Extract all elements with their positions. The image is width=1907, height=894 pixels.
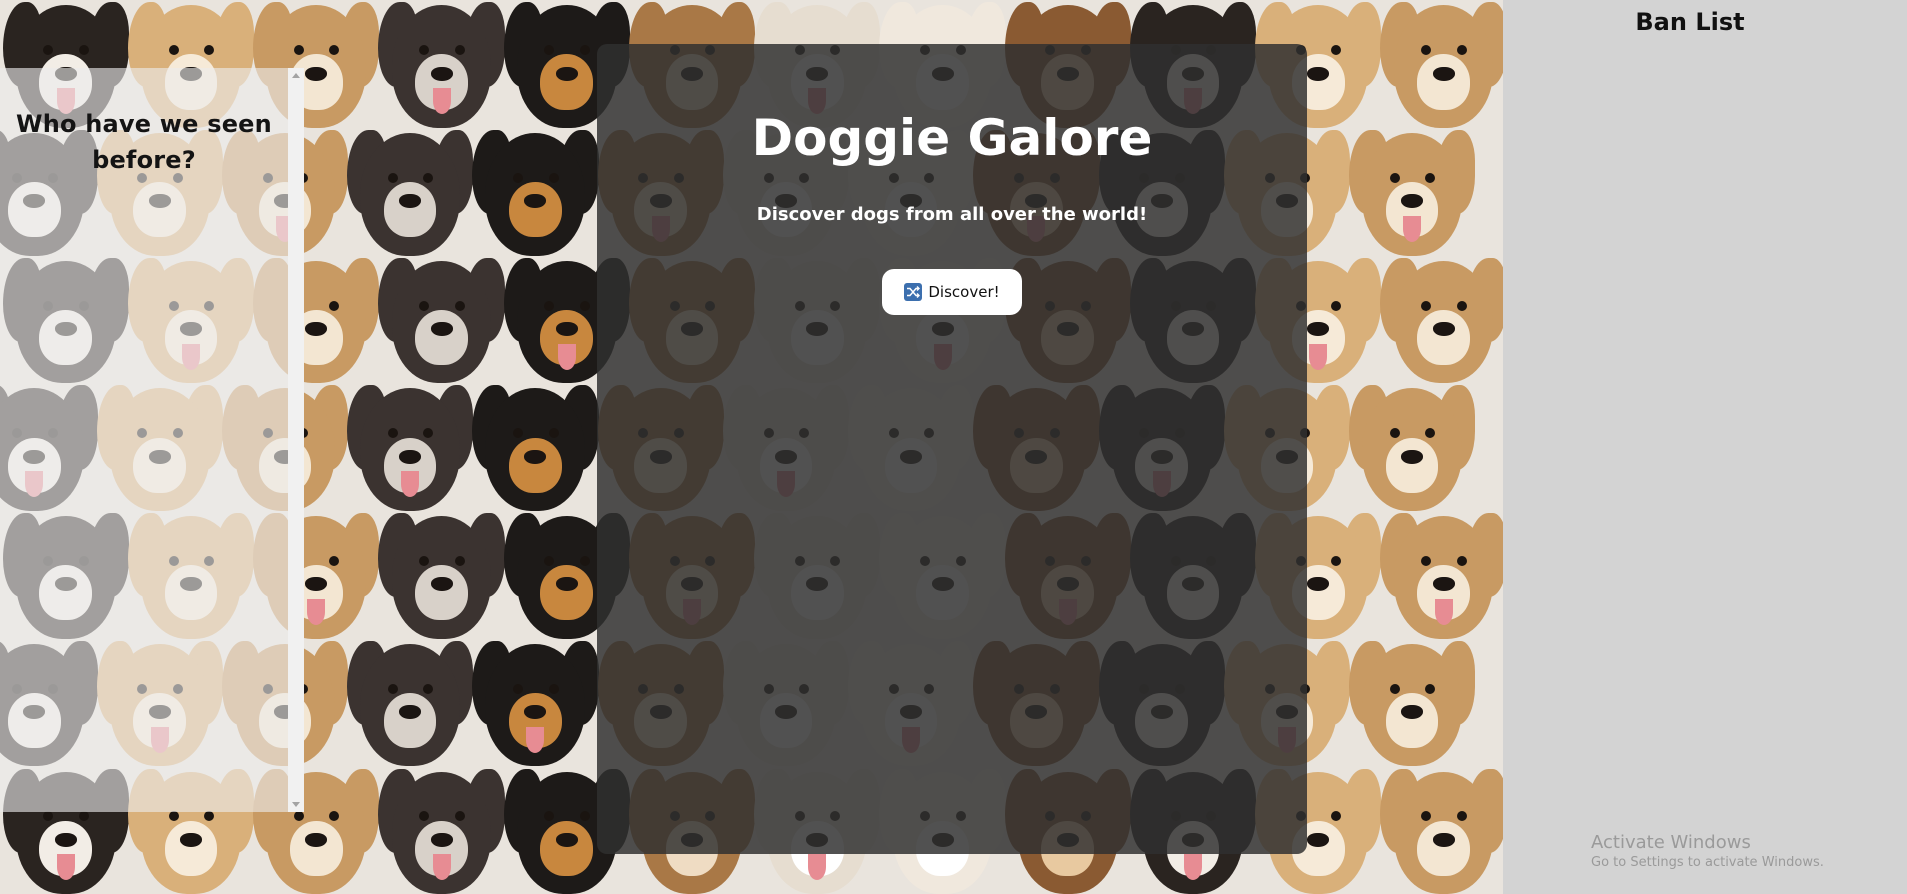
dog-muzzle [1417, 309, 1470, 365]
dog-eye [548, 172, 559, 183]
dog-muzzle [540, 565, 594, 621]
ban-list-title: Ban List [1635, 8, 1745, 36]
dog-eye [1331, 300, 1342, 311]
dog-eye [168, 45, 179, 56]
dog-eye [579, 556, 590, 567]
dog-muzzle [289, 820, 343, 876]
dog-muzzle [1417, 54, 1470, 110]
activate-windows-subtitle: Go to Settings to activate Windows. [1591, 855, 1824, 870]
dog-eye [1456, 300, 1467, 311]
dog-eye [579, 300, 590, 311]
dog-eye [513, 172, 524, 183]
dog-eye [1456, 45, 1467, 56]
page-title: Doggie Galore [751, 109, 1153, 167]
dog-muzzle [509, 437, 562, 493]
dog-nose [1432, 322, 1455, 337]
dog-eye [513, 683, 524, 694]
dog-eye [1389, 683, 1400, 694]
dog-muzzle [164, 820, 218, 876]
dog-eye [387, 172, 398, 183]
dog-muzzle [383, 182, 437, 238]
dog-tongue [1403, 215, 1422, 242]
dog-eye [548, 683, 559, 694]
dog-eye [419, 300, 430, 311]
dog-eye [293, 45, 304, 56]
dog-tongue [56, 854, 75, 881]
dog-nose [1307, 66, 1330, 81]
history-panel[interactable]: Who have we seen before? [0, 68, 304, 812]
scroll-thumb[interactable] [290, 84, 302, 796]
dog-nose [555, 832, 578, 847]
dog-eye [387, 683, 398, 694]
dog-nose [1307, 832, 1330, 847]
dog-tongue [432, 854, 451, 881]
dog-muzzle [1385, 437, 1439, 493]
dog-tongue [432, 88, 451, 115]
page: Who have we seen before? Doggie Galore D… [0, 0, 1907, 894]
shuffle-icon [904, 283, 923, 301]
dog-nose [1432, 66, 1455, 81]
dog-tongue [1309, 343, 1328, 370]
dog-nose [180, 832, 202, 847]
discover-button-label: Discover! [928, 283, 1000, 301]
history-title: Who have we seen before? [16, 110, 272, 174]
dog-muzzle [1385, 692, 1439, 749]
dog-eye [548, 428, 559, 439]
dog-nose [1432, 832, 1455, 847]
dog-eye [544, 300, 555, 311]
scroll-up-icon[interactable] [292, 73, 300, 78]
dog-muzzle [1417, 820, 1470, 876]
dog-eye [329, 300, 340, 311]
dog-nose [399, 449, 422, 464]
dog-muzzle [415, 309, 468, 365]
dog-eye [454, 556, 465, 567]
dog-eye [454, 300, 465, 311]
dog-nose [1401, 449, 1424, 464]
dog-nose [430, 832, 453, 847]
dog-muzzle [540, 54, 594, 110]
main-card: Doggie Galore Discover dogs from all ove… [597, 44, 1307, 854]
dog-muzzle [415, 565, 468, 621]
dog-tongue [1434, 598, 1453, 625]
dog-face [1378, 756, 1503, 894]
dog-eye [454, 45, 465, 56]
dog-nose [430, 66, 453, 81]
dog-nose [54, 832, 77, 847]
dog-eye [1421, 300, 1432, 311]
activate-windows-watermark: Activate Windows Go to Settings to activ… [1591, 832, 1824, 872]
dog-muzzle [509, 182, 562, 238]
dog-eye [1389, 172, 1400, 183]
scroll-down-icon[interactable] [292, 802, 300, 807]
dog-muzzle [383, 692, 437, 749]
dog-eye [1456, 556, 1467, 567]
dog-nose [555, 66, 578, 81]
dog-face [376, 756, 508, 894]
activate-windows-title: Activate Windows [1591, 832, 1751, 853]
dog-nose [305, 66, 328, 81]
history-panel-content: Who have we seen before? [0, 68, 288, 812]
page-subtitle: Discover dogs from all over the world! [756, 204, 1148, 225]
dog-nose [305, 832, 328, 847]
ban-list-panel: Ban List Activate Windows Go to Settings… [1503, 0, 1907, 894]
history-scrollbar[interactable] [288, 68, 304, 812]
dog-tongue [557, 343, 576, 370]
dog-nose [555, 322, 578, 337]
dog-muzzle [540, 820, 594, 876]
discover-button[interactable]: Discover! [882, 269, 1022, 315]
dog-nose [430, 322, 453, 337]
dog-nose [524, 449, 547, 464]
